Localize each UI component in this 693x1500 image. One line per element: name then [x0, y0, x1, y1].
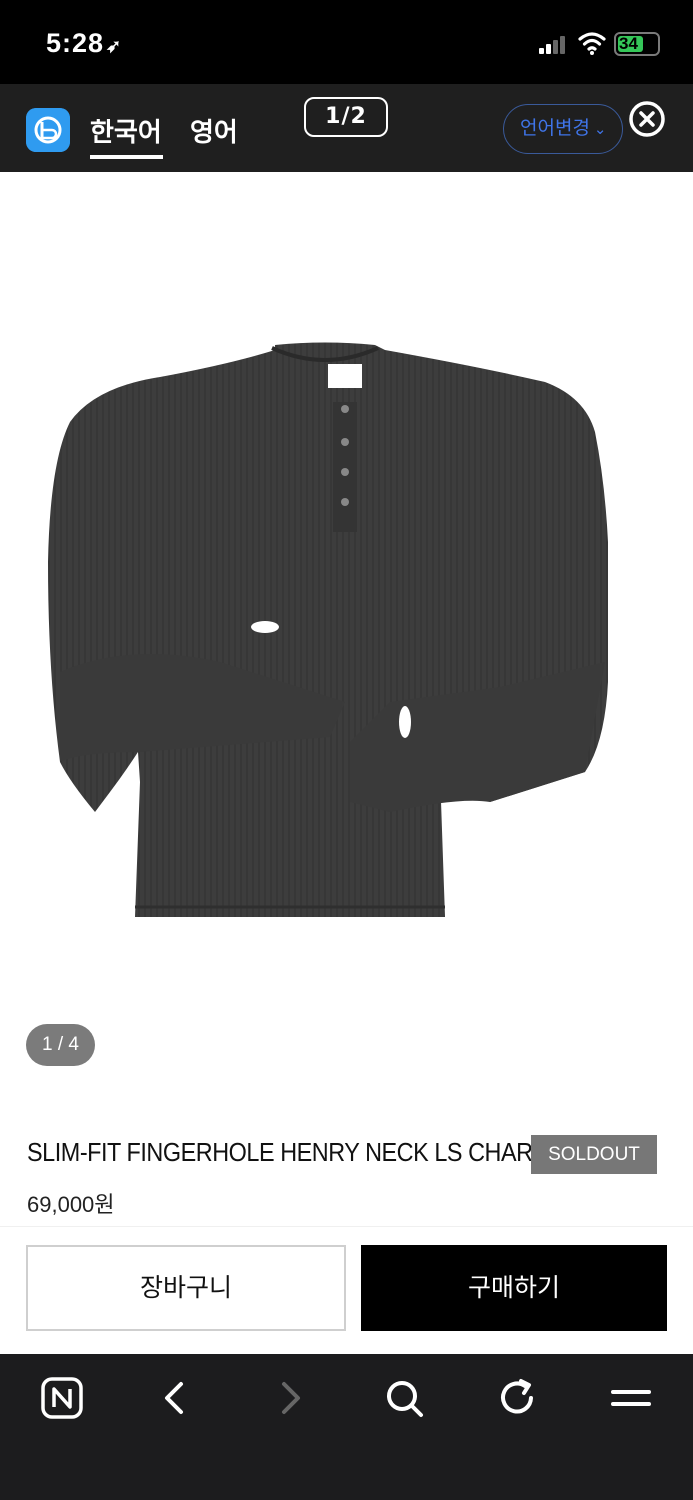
cellular-signal-icon: [539, 36, 567, 54]
buy-now-button[interactable]: 구매하기: [361, 1245, 667, 1331]
tab-korean[interactable]: 한국어: [90, 112, 162, 149]
status-time-text: 5:28: [46, 28, 105, 58]
tab-english[interactable]: 영어: [190, 112, 238, 149]
naver-icon[interactable]: [40, 1376, 84, 1420]
papago-logo-icon[interactable]: [26, 108, 70, 152]
menu-icon[interactable]: [609, 1376, 653, 1420]
status-time: 5:28 ➶: [46, 28, 122, 59]
browser-toolbar: [0, 1354, 693, 1500]
chevron-down-icon: ⌄: [593, 120, 607, 138]
battery-level: 34: [619, 34, 638, 53]
add-to-cart-button[interactable]: 장바구니: [26, 1245, 346, 1331]
action-bar: 장바구니 구매하기: [0, 1226, 693, 1354]
soldout-badge: SOLDOUT: [531, 1135, 657, 1174]
product-gallery[interactable]: 1 / 4: [0, 172, 693, 1092]
location-icon: ➶: [106, 36, 123, 56]
product-image[interactable]: [40, 342, 615, 922]
product-title: SLIM-FIT FINGERHOLE HENRY NECK LS CHARCO…: [27, 1137, 580, 1167]
product-price: 69,000원: [27, 1192, 115, 1217]
image-counter: 1 / 4: [26, 1024, 95, 1066]
close-icon[interactable]: [628, 100, 666, 138]
forward-icon: [282, 1382, 300, 1414]
battery-icon: 34: [614, 32, 660, 56]
page-indicator: 1/2: [304, 97, 388, 137]
translation-bar: 한국어 영어 1/2 언어변경 ⌄: [0, 84, 693, 172]
status-bar: 5:28 ➶ 34: [0, 0, 693, 84]
back-icon[interactable]: [153, 1376, 197, 1420]
active-tab-indicator: [90, 155, 163, 159]
search-icon[interactable]: [382, 1376, 426, 1420]
language-change-button[interactable]: 언어변경 ⌄: [503, 104, 623, 154]
reload-icon[interactable]: [495, 1376, 539, 1420]
language-change-label: 언어변경: [520, 117, 590, 139]
wifi-icon: [578, 32, 606, 55]
